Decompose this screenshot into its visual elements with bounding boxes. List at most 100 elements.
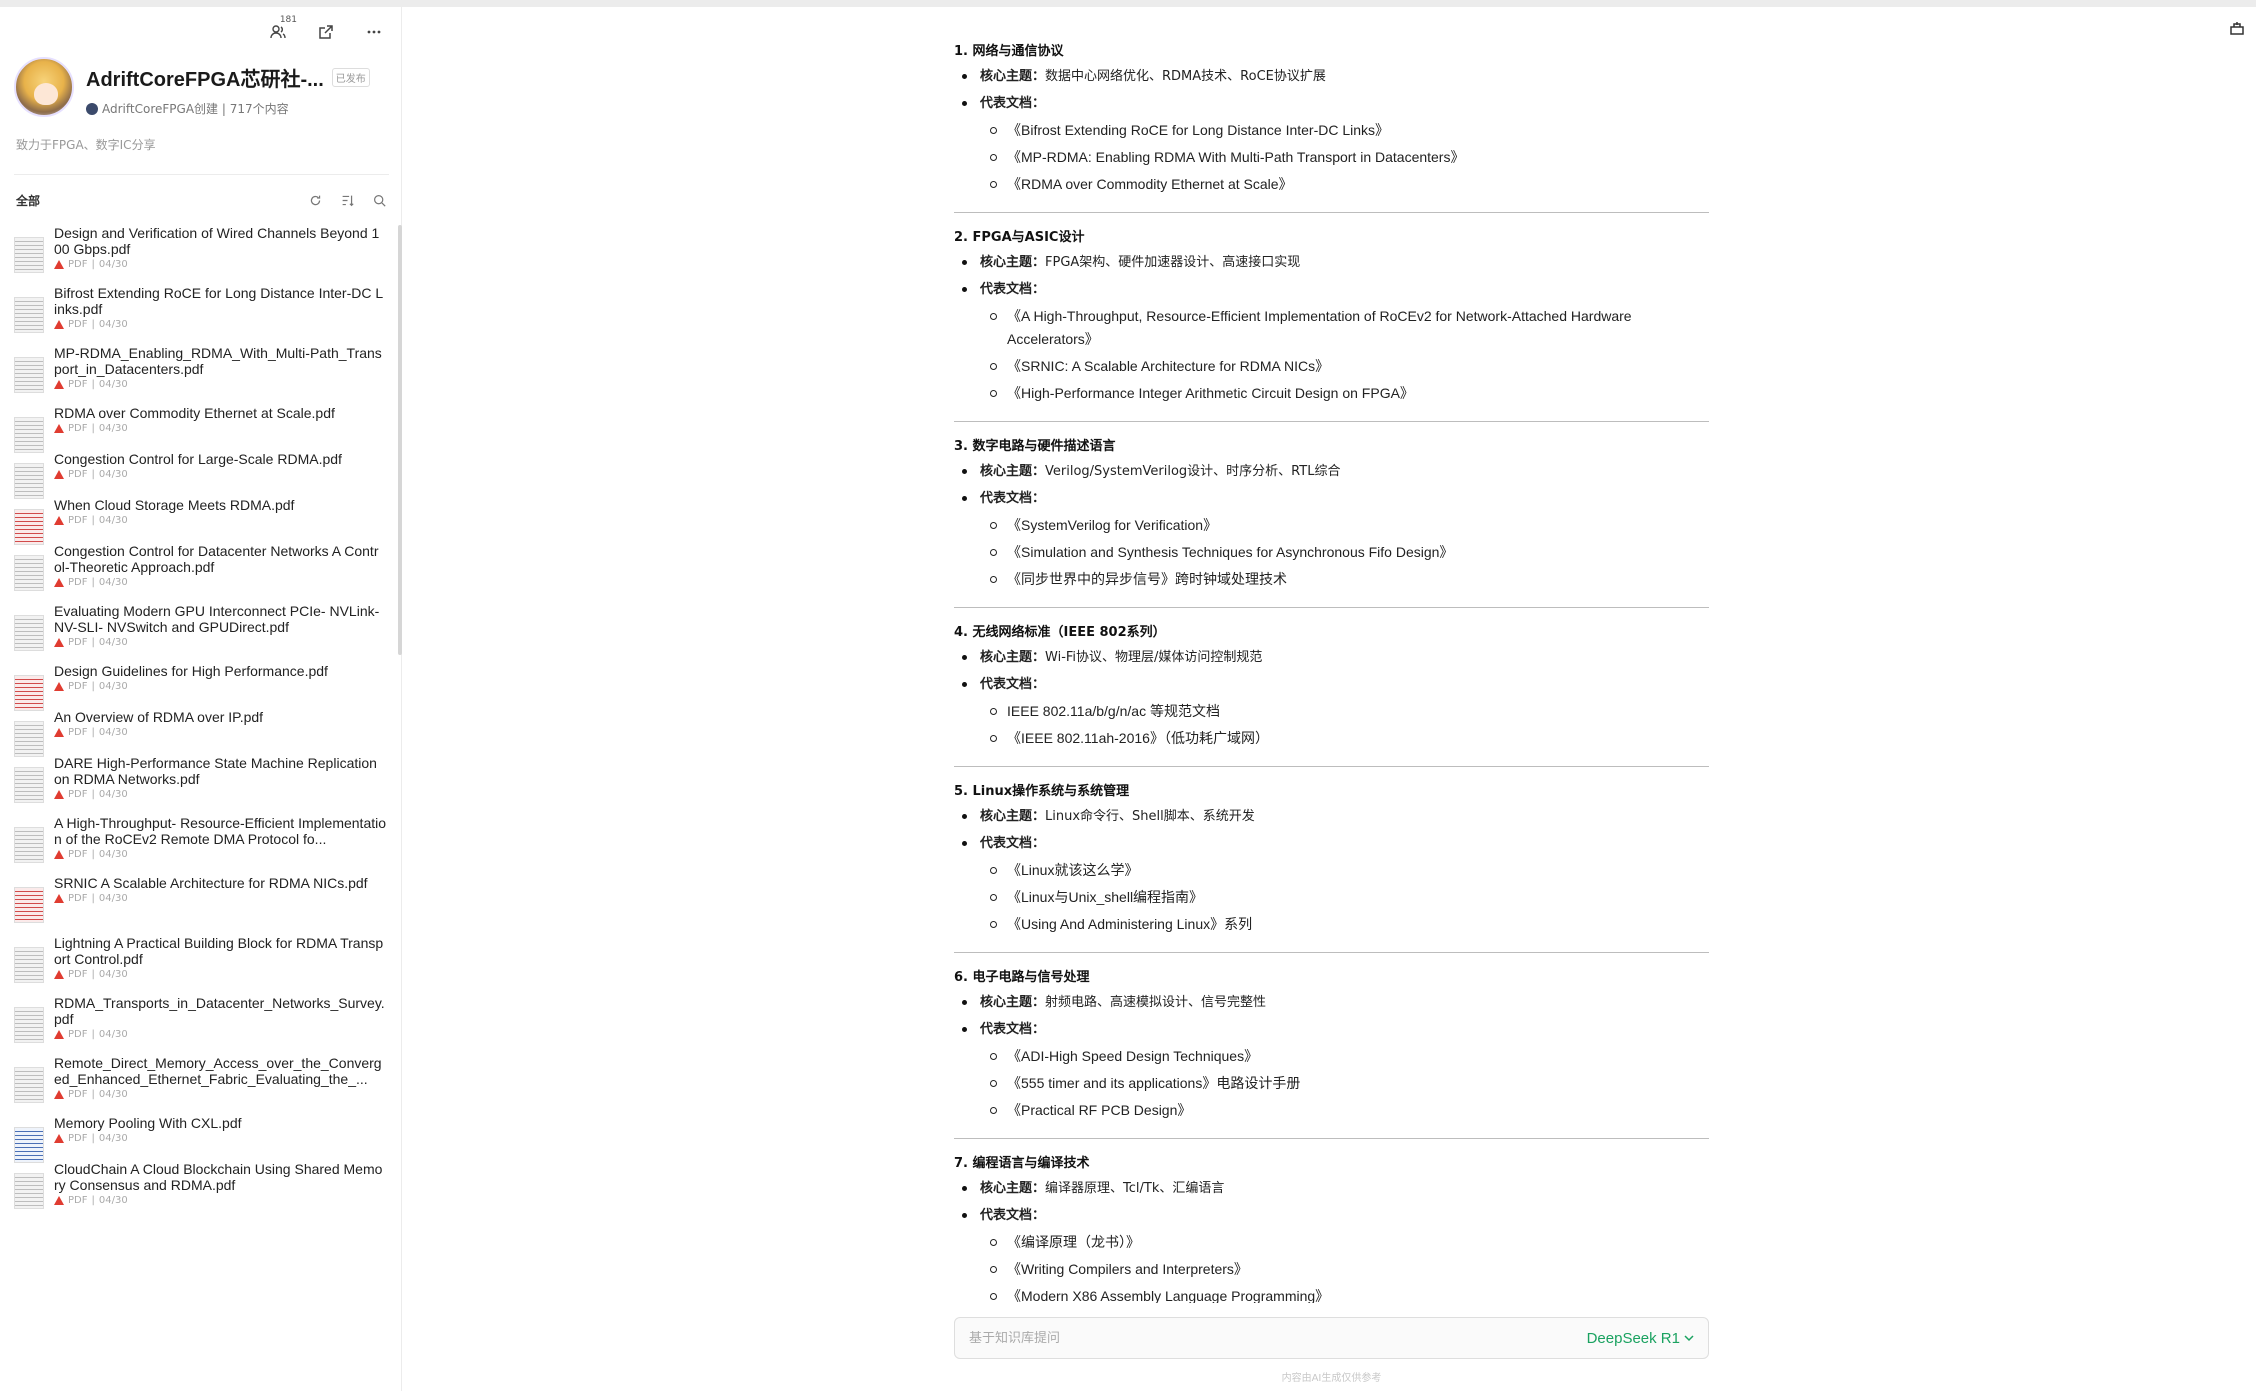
doc-type: PDF <box>68 637 88 648</box>
doc-type: PDF <box>68 727 88 738</box>
doc-info: CloudChain A Cloud Blockchain Using Shar… <box>54 1161 386 1221</box>
doc-list-item[interactable]: SRNIC A Scalable Architecture for RDMA N… <box>0 875 400 935</box>
pdf-icon <box>54 728 64 737</box>
filter-all-label[interactable]: 全部 <box>16 192 40 209</box>
doc-list-item[interactable]: Evaluating Modern GPU Interconnect PCIe-… <box>0 603 400 663</box>
representative-doc: 《编译原理（龙书）》 <box>954 1231 1709 1254</box>
corner-toolbox-button[interactable] <box>2226 17 2248 39</box>
doc-info: Bifrost Extending RoCE for Long Distance… <box>54 285 386 345</box>
sidebar-toolbar: 181 <box>265 15 387 45</box>
representative-doc: 《High-Performance Integer Arithmetic Cir… <box>954 382 1709 405</box>
doc-meta: PDF | 04/30 <box>54 259 386 270</box>
kb-description: 致力于FPGA、数字IC分享 <box>16 138 156 152</box>
doc-thumbnail <box>14 887 44 923</box>
doc-list-item[interactable]: A High-Throughput- Resource-Efficient Im… <box>0 815 400 875</box>
creator-avatar-icon <box>86 102 98 115</box>
doc-date: 04/30 <box>98 319 128 330</box>
doc-list-item[interactable]: Memory Pooling With CXL.pdf PDF | 04/30 <box>0 1115 400 1163</box>
doc-sep: | <box>91 893 95 904</box>
doc-type: PDF <box>68 319 88 330</box>
members-icon <box>270 25 286 39</box>
doc-list-item[interactable]: Congestion Control for Large-Scale RDMA.… <box>0 451 400 499</box>
doc-list-item[interactable]: Lightning A Practical Building Block for… <box>0 935 400 995</box>
more-icon <box>367 30 381 34</box>
doc-thumbnail <box>14 509 44 545</box>
kb-status-tag: 已发布 <box>331 68 370 87</box>
kb-title[interactable]: AdriftCoreFPGA芯研社-... <box>86 63 324 92</box>
doc-list-item[interactable]: DARE High-Performance State Machine Repl… <box>0 755 400 815</box>
doc-type: PDF <box>68 1029 88 1040</box>
representative-doc: 《IEEE 802.11ah-2016》（低功耗广域网） <box>954 727 1709 750</box>
doc-thumbnail <box>14 675 44 711</box>
doc-thumbnail <box>14 767 44 803</box>
kb-meta-text: AdriftCoreFPGA创建 | 717个内容 <box>102 102 289 116</box>
doc-info: Lightning A Practical Building Block for… <box>54 935 386 995</box>
doc-meta: PDF | 04/30 <box>54 681 386 692</box>
model-selector[interactable]: DeepSeek R1 <box>1587 1330 1694 1347</box>
doc-list-item[interactable]: MP-RDMA_Enabling_RDMA_With_Multi-Path_Tr… <box>0 345 400 405</box>
representative-doc: 《Practical RF PCB Design》 <box>954 1099 1709 1122</box>
doc-date: 04/30 <box>98 727 128 738</box>
doc-name: MP-RDMA_Enabling_RDMA_With_Multi-Path_Tr… <box>54 345 382 377</box>
doc-list-item[interactable]: CloudChain A Cloud Blockchain Using Shar… <box>0 1161 400 1221</box>
doc-info: Remote_Direct_Memory_Access_over_the_Con… <box>54 1055 386 1115</box>
doc-list-item[interactable]: When Cloud Storage Meets RDMA.pdf PDF | 04/… <box>0 497 400 545</box>
share-button[interactable] <box>313 19 339 45</box>
doc-list-item[interactable]: RDMA over Commodity Ethernet at Scale.pd… <box>0 405 400 453</box>
topic-label: 核心主题： <box>980 69 1046 84</box>
doc-list-item[interactable]: Congestion Control for Datacenter Networ… <box>0 543 400 603</box>
doc-list-item[interactable]: Remote_Direct_Memory_Access_over_the_Con… <box>0 1055 400 1115</box>
doc-info: MP-RDMA_Enabling_RDMA_With_Multi-Path_Tr… <box>54 345 386 405</box>
doc-name: Evaluating Modern GPU Interconnect PCIe-… <box>54 603 380 635</box>
doc-name: An Overview of RDMA over IP.pdf <box>54 709 264 725</box>
pdf-icon <box>54 1134 64 1143</box>
docs-bullet: 代表文档： <box>954 276 1709 303</box>
doc-thumbnail <box>14 827 44 863</box>
doc-type: PDF <box>68 379 88 390</box>
question-input[interactable] <box>969 1330 1469 1346</box>
pdf-icon <box>54 970 64 979</box>
section-title: 1. 网络与通信协议 <box>954 44 1064 59</box>
doc-info: DARE High-Performance State Machine Repl… <box>54 755 386 815</box>
section-title: 6. 电子电路与信号处理 <box>954 970 1090 985</box>
doc-date: 04/30 <box>98 1089 128 1100</box>
doc-thumbnail <box>14 1007 44 1043</box>
doc-sep: | <box>91 515 95 526</box>
members-button[interactable]: 181 <box>265 15 297 45</box>
docs-label: 代表文档： <box>980 836 1046 851</box>
doc-name: RDMA_Transports_in_Datacenter_Networks_S… <box>54 995 385 1027</box>
kb-avatar[interactable] <box>14 57 74 117</box>
topic-bullet: 核心主题：编译器原理、Tcl/Tk、汇编语言 <box>954 1175 1709 1202</box>
sort-icon[interactable] <box>340 194 354 208</box>
doc-list-item[interactable]: Design and Verification of Wired Channel… <box>0 225 400 285</box>
doc-type: PDF <box>68 1195 88 1206</box>
docs-bullet: 代表文档： <box>954 671 1709 698</box>
representative-doc: 《Simulation and Synthesis Techniques for… <box>954 541 1709 564</box>
doc-thumbnail <box>14 721 44 757</box>
doc-meta: PDF | 04/30 <box>54 849 386 860</box>
doc-sep: | <box>91 1195 95 1206</box>
doc-list-item[interactable]: Bifrost Extending RoCE for Long Distance… <box>0 285 400 345</box>
doc-list-item[interactable]: RDMA_Transports_in_Datacenter_Networks_S… <box>0 995 400 1055</box>
topic-label: 核心主题： <box>980 650 1046 665</box>
doc-list-item[interactable]: Design Guidelines for High Performance.p… <box>0 663 400 711</box>
refresh-icon[interactable] <box>308 194 322 208</box>
doc-info: Design Guidelines for High Performance.p… <box>54 663 386 709</box>
doc-date: 04/30 <box>98 1029 128 1040</box>
doc-sep: | <box>91 789 95 800</box>
doc-thumbnail <box>14 1067 44 1103</box>
search-icon[interactable] <box>372 194 386 208</box>
doc-meta: PDF | 04/30 <box>54 423 386 434</box>
doc-name: Lightning A Practical Building Block for… <box>54 935 384 967</box>
doc-list-item[interactable]: An Overview of RDMA over IP.pdf PDF | 04/30 <box>0 709 400 757</box>
more-button[interactable] <box>361 19 387 45</box>
answer-section: 7. 编程语言与编译技术 核心主题：编译器原理、Tcl/Tk、汇编语言 代表文档： 《… <box>954 1153 1709 1303</box>
docs-label: 代表文档： <box>980 282 1046 297</box>
doc-meta: PDF | 04/30 <box>54 1089 386 1100</box>
doc-thumbnail <box>14 417 44 453</box>
topic-label: 核心主题： <box>980 464 1046 479</box>
doc-type: PDF <box>68 577 88 588</box>
doc-meta: PDF | 04/30 <box>54 1133 386 1144</box>
doc-sep: | <box>91 849 95 860</box>
doc-info: Congestion Control for Datacenter Networ… <box>54 543 386 603</box>
